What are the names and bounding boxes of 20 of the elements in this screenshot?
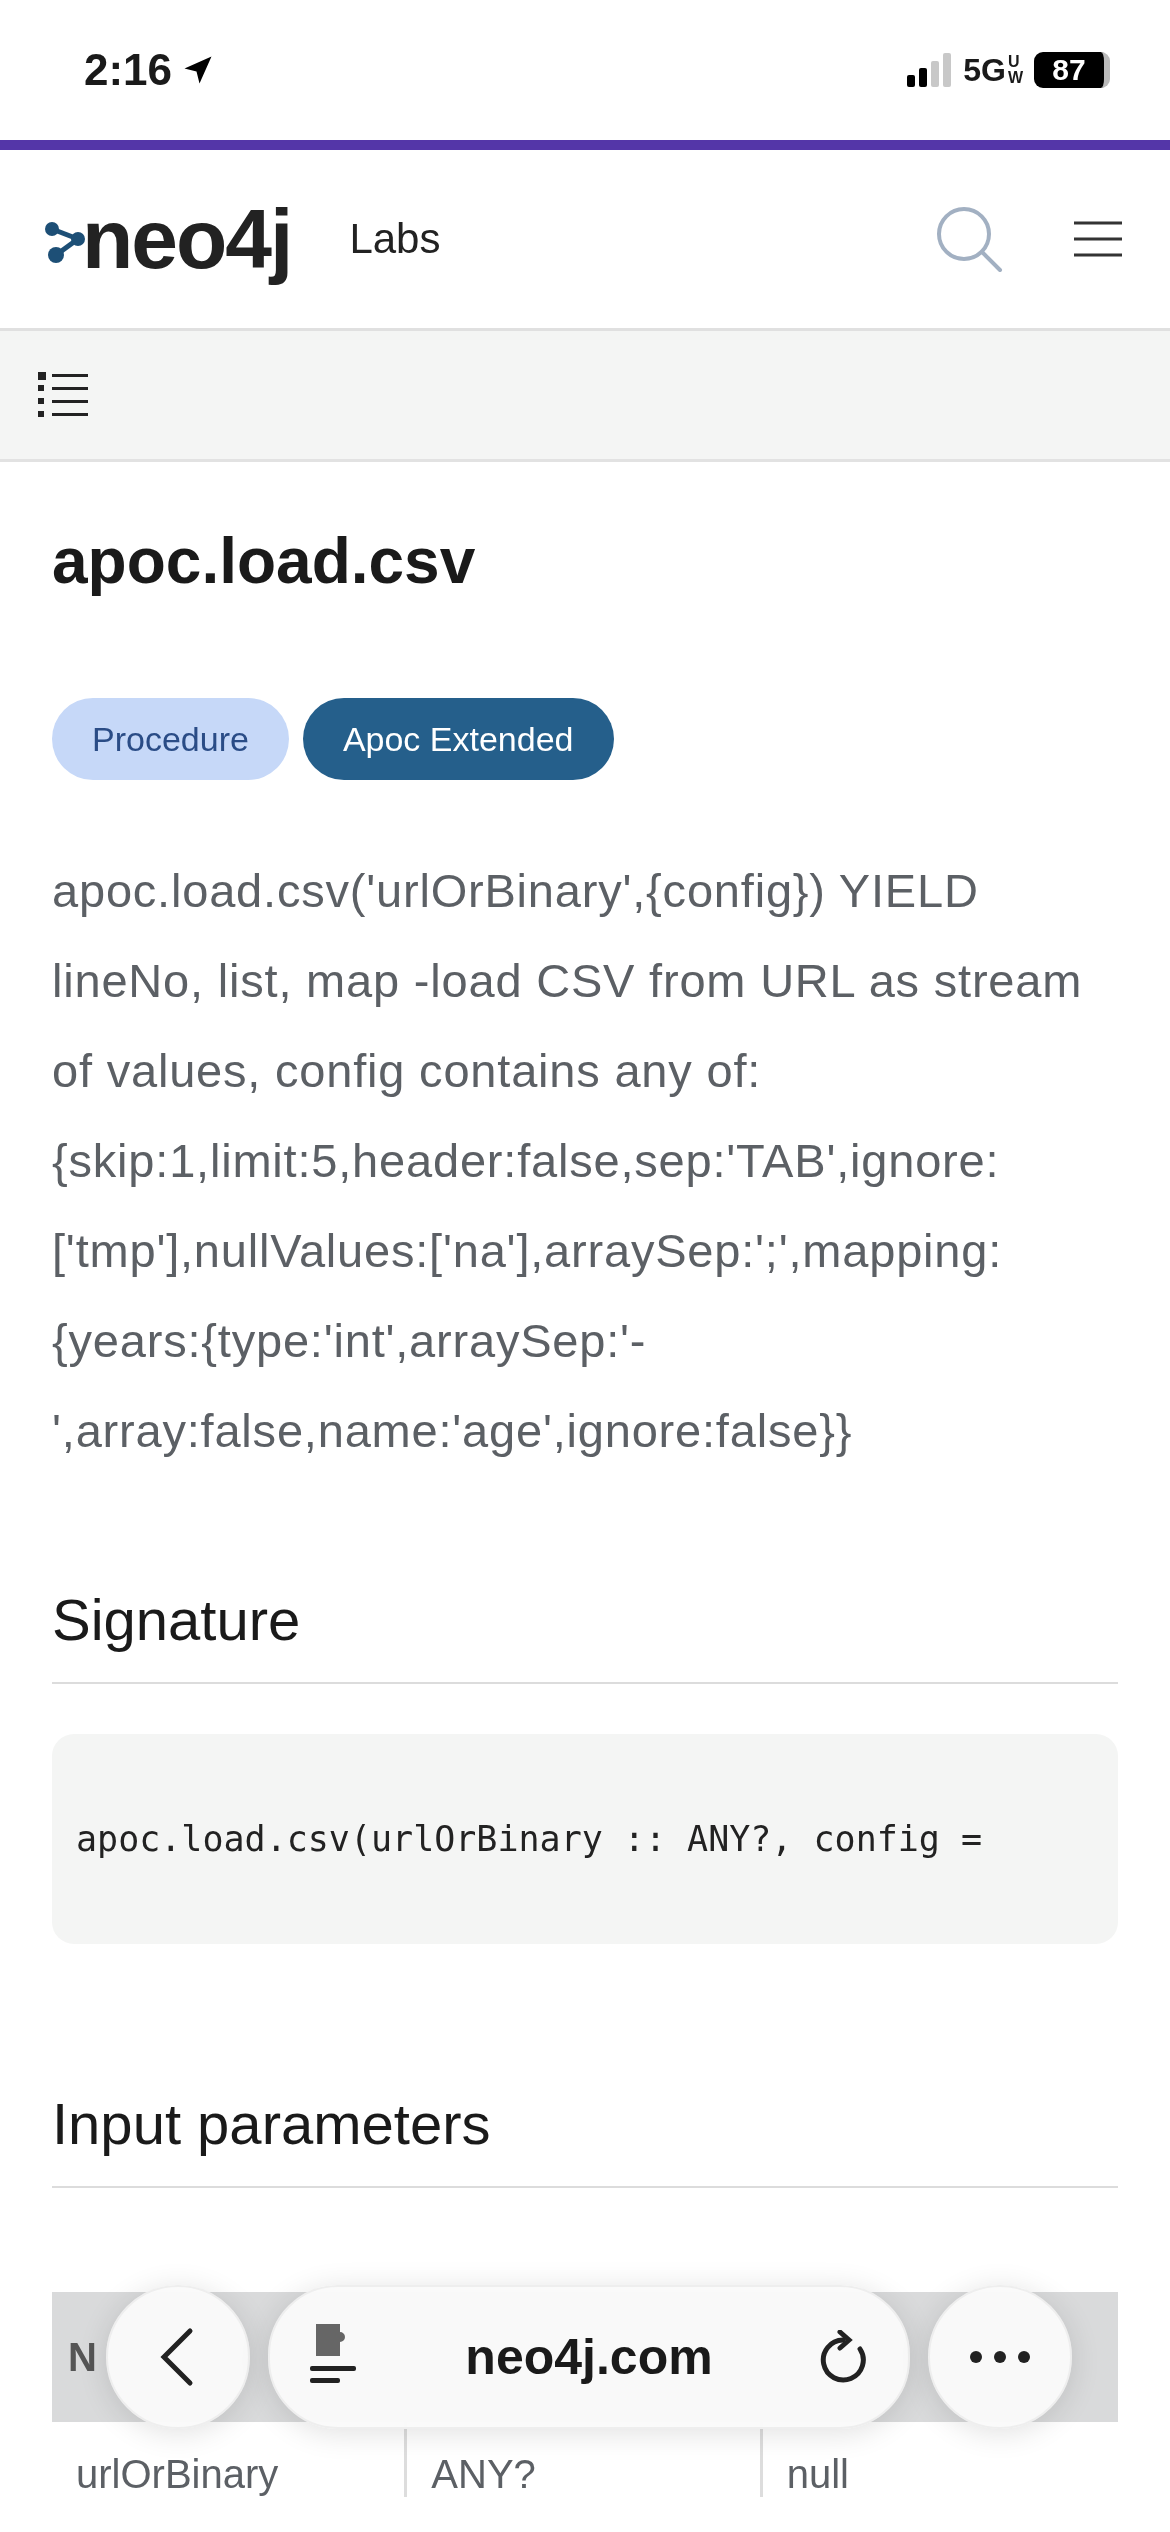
description-text: apoc.load.csv('urlOrBinary',{config}) YIELD lineNo, list, map -load CSV from URL as stream of values, config contains any of: {skip:1,limit:5,header:false,sep:'TAB',ignore:['tmp'],nullValues:['na'],arraySep:';',mapping:{years:{type:'int',arraySep:'-',array:false,name:'age',ignore:false}} [52, 863, 1084, 1459]
status-time: 2:16 [84, 45, 173, 95]
address-bar[interactable]: neo4j.com [268, 2285, 910, 2429]
page-title: apoc.load.csv [52, 524, 477, 598]
more-icon [970, 2351, 1030, 2363]
column-header: N [68, 2334, 97, 2380]
brand-logo[interactable]: neo4j [82, 190, 292, 288]
list-icon[interactable] [38, 372, 88, 418]
section-heading: Input parameters [52, 2090, 492, 2158]
url-text: neo4j.com [465, 2328, 713, 2386]
table-cell-text: null [785, 2451, 850, 2497]
code-block: apoc.load.csv(urlOrBinary :: ANY?, config = [52, 1734, 1118, 1944]
battery-icon: 87 [1034, 52, 1110, 88]
tag-badge: Apoc Extended [302, 698, 614, 780]
section-label: Labs [349, 215, 441, 263]
section-heading: Signature [52, 1586, 302, 1654]
reload-icon[interactable] [818, 2330, 868, 2384]
tag-badge: Procedure [52, 698, 289, 780]
menu-icon[interactable] [1074, 221, 1122, 257]
signal-icon [907, 53, 952, 87]
